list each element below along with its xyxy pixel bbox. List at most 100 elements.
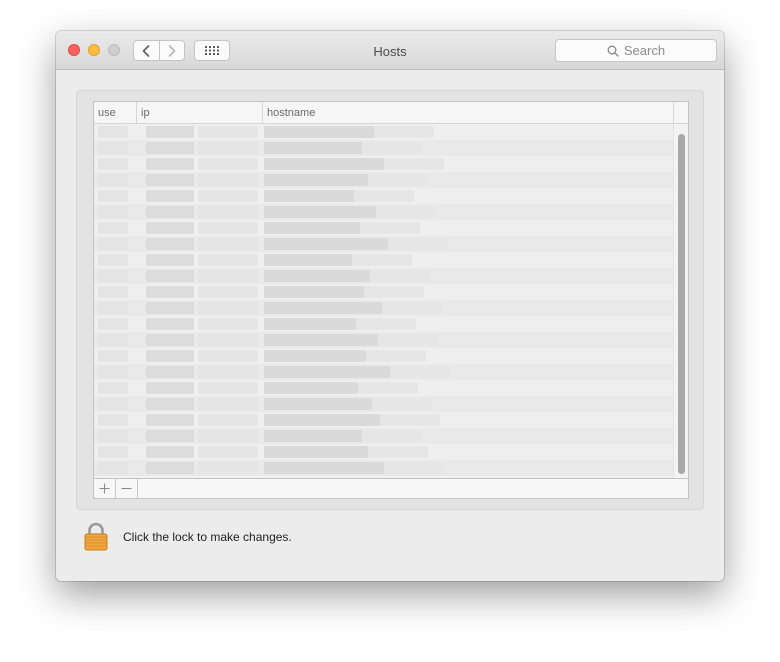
table-row[interactable] <box>94 412 688 428</box>
table-row[interactable] <box>94 188 688 204</box>
obscured-cell <box>198 398 258 410</box>
column-header-ip[interactable]: ip <box>136 102 262 124</box>
obscured-cell <box>198 142 258 154</box>
obscured-cell <box>358 382 418 394</box>
table-row[interactable] <box>94 140 688 156</box>
obscured-cell <box>98 158 128 170</box>
obscured-cell <box>384 158 444 170</box>
close-button[interactable] <box>68 44 80 56</box>
obscured-cell <box>98 430 128 442</box>
obscured-cell <box>146 254 194 266</box>
back-button[interactable] <box>134 41 159 60</box>
obscured-cell <box>146 158 194 170</box>
table-row[interactable] <box>94 268 688 284</box>
minimize-button[interactable] <box>88 44 100 56</box>
obscured-cell <box>98 350 128 362</box>
obscured-cell <box>264 238 388 250</box>
table-row[interactable] <box>94 300 688 316</box>
obscured-cell <box>366 350 426 362</box>
obscured-cell <box>146 366 194 378</box>
plus-icon <box>99 483 110 494</box>
obscured-cell <box>98 318 128 330</box>
obscured-cell <box>146 462 194 474</box>
title-bar[interactable]: Hosts Search <box>56 31 724 70</box>
obscured-cell <box>98 222 128 234</box>
vertical-scrollbar[interactable] <box>673 124 688 478</box>
obscured-cell <box>264 126 374 138</box>
obscured-cell <box>198 382 258 394</box>
obscured-cell <box>372 398 432 410</box>
obscured-cell <box>264 142 362 154</box>
table-row[interactable] <box>94 428 688 444</box>
table-row[interactable] <box>94 460 688 476</box>
table-body[interactable] <box>94 124 688 478</box>
obscured-cell <box>198 446 258 458</box>
obscured-cell <box>98 302 128 314</box>
table-row[interactable] <box>94 364 688 380</box>
obscured-cell <box>264 318 356 330</box>
grid-icon <box>205 46 219 55</box>
obscured-cell <box>146 142 194 154</box>
obscured-cell <box>354 190 414 202</box>
obscured-cell <box>198 254 258 266</box>
search-field[interactable]: Search <box>555 39 717 62</box>
minus-icon <box>121 487 132 490</box>
zoom-button <box>108 44 120 56</box>
obscured-cell <box>98 126 128 138</box>
lock-icon[interactable] <box>83 522 109 552</box>
hosts-panel: use ip hostname <box>76 90 704 510</box>
obscured-cell <box>264 430 362 442</box>
scrollbar-thumb[interactable] <box>678 134 685 474</box>
obscured-cell <box>264 302 382 314</box>
obscured-cell <box>146 446 194 458</box>
column-header-hostname[interactable]: hostname <box>262 102 673 124</box>
obscured-cell <box>198 126 258 138</box>
obscured-cell <box>146 414 194 426</box>
table-row[interactable] <box>94 204 688 220</box>
obscured-cell <box>264 174 368 186</box>
obscured-cell <box>146 270 194 282</box>
obscured-cell <box>98 366 128 378</box>
navigation-group <box>133 40 185 61</box>
obscured-cell <box>374 126 434 138</box>
table-row[interactable] <box>94 220 688 236</box>
obscured-cell <box>198 350 258 362</box>
obscured-cell <box>198 318 258 330</box>
obscured-cell <box>98 414 128 426</box>
column-header-use[interactable]: use <box>94 102 136 124</box>
forward-button[interactable] <box>158 41 185 60</box>
table-row[interactable] <box>94 332 688 348</box>
obscured-cell <box>146 334 194 346</box>
table-row[interactable] <box>94 252 688 268</box>
obscured-cell <box>198 430 258 442</box>
table-row[interactable] <box>94 156 688 172</box>
hosts-table[interactable]: use ip hostname <box>93 101 689 479</box>
table-row[interactable] <box>94 380 688 396</box>
obscured-cell <box>368 174 428 186</box>
lock-message: Click the lock to make changes. <box>123 530 292 544</box>
table-row[interactable] <box>94 316 688 332</box>
obscured-cell <box>362 430 422 442</box>
table-row[interactable] <box>94 172 688 188</box>
obscured-cell <box>98 174 128 186</box>
table-row[interactable] <box>94 444 688 460</box>
obscured-cell <box>380 414 440 426</box>
table-row[interactable] <box>94 284 688 300</box>
table-row[interactable] <box>94 396 688 412</box>
obscured-cell <box>98 190 128 202</box>
obscured-cell <box>98 254 128 266</box>
table-row[interactable] <box>94 236 688 252</box>
obscured-cell <box>146 350 194 362</box>
table-row[interactable] <box>94 348 688 364</box>
obscured-cell <box>198 414 258 426</box>
table-footer <box>93 479 689 499</box>
obscured-cell <box>146 382 194 394</box>
table-row[interactable] <box>94 124 688 140</box>
obscured-cell <box>146 398 194 410</box>
show-all-button[interactable] <box>194 40 230 61</box>
obscured-cell <box>198 158 258 170</box>
obscured-cell <box>376 206 436 218</box>
obscured-cell <box>264 350 366 362</box>
remove-host-button[interactable] <box>116 479 138 498</box>
add-host-button[interactable] <box>94 479 116 498</box>
